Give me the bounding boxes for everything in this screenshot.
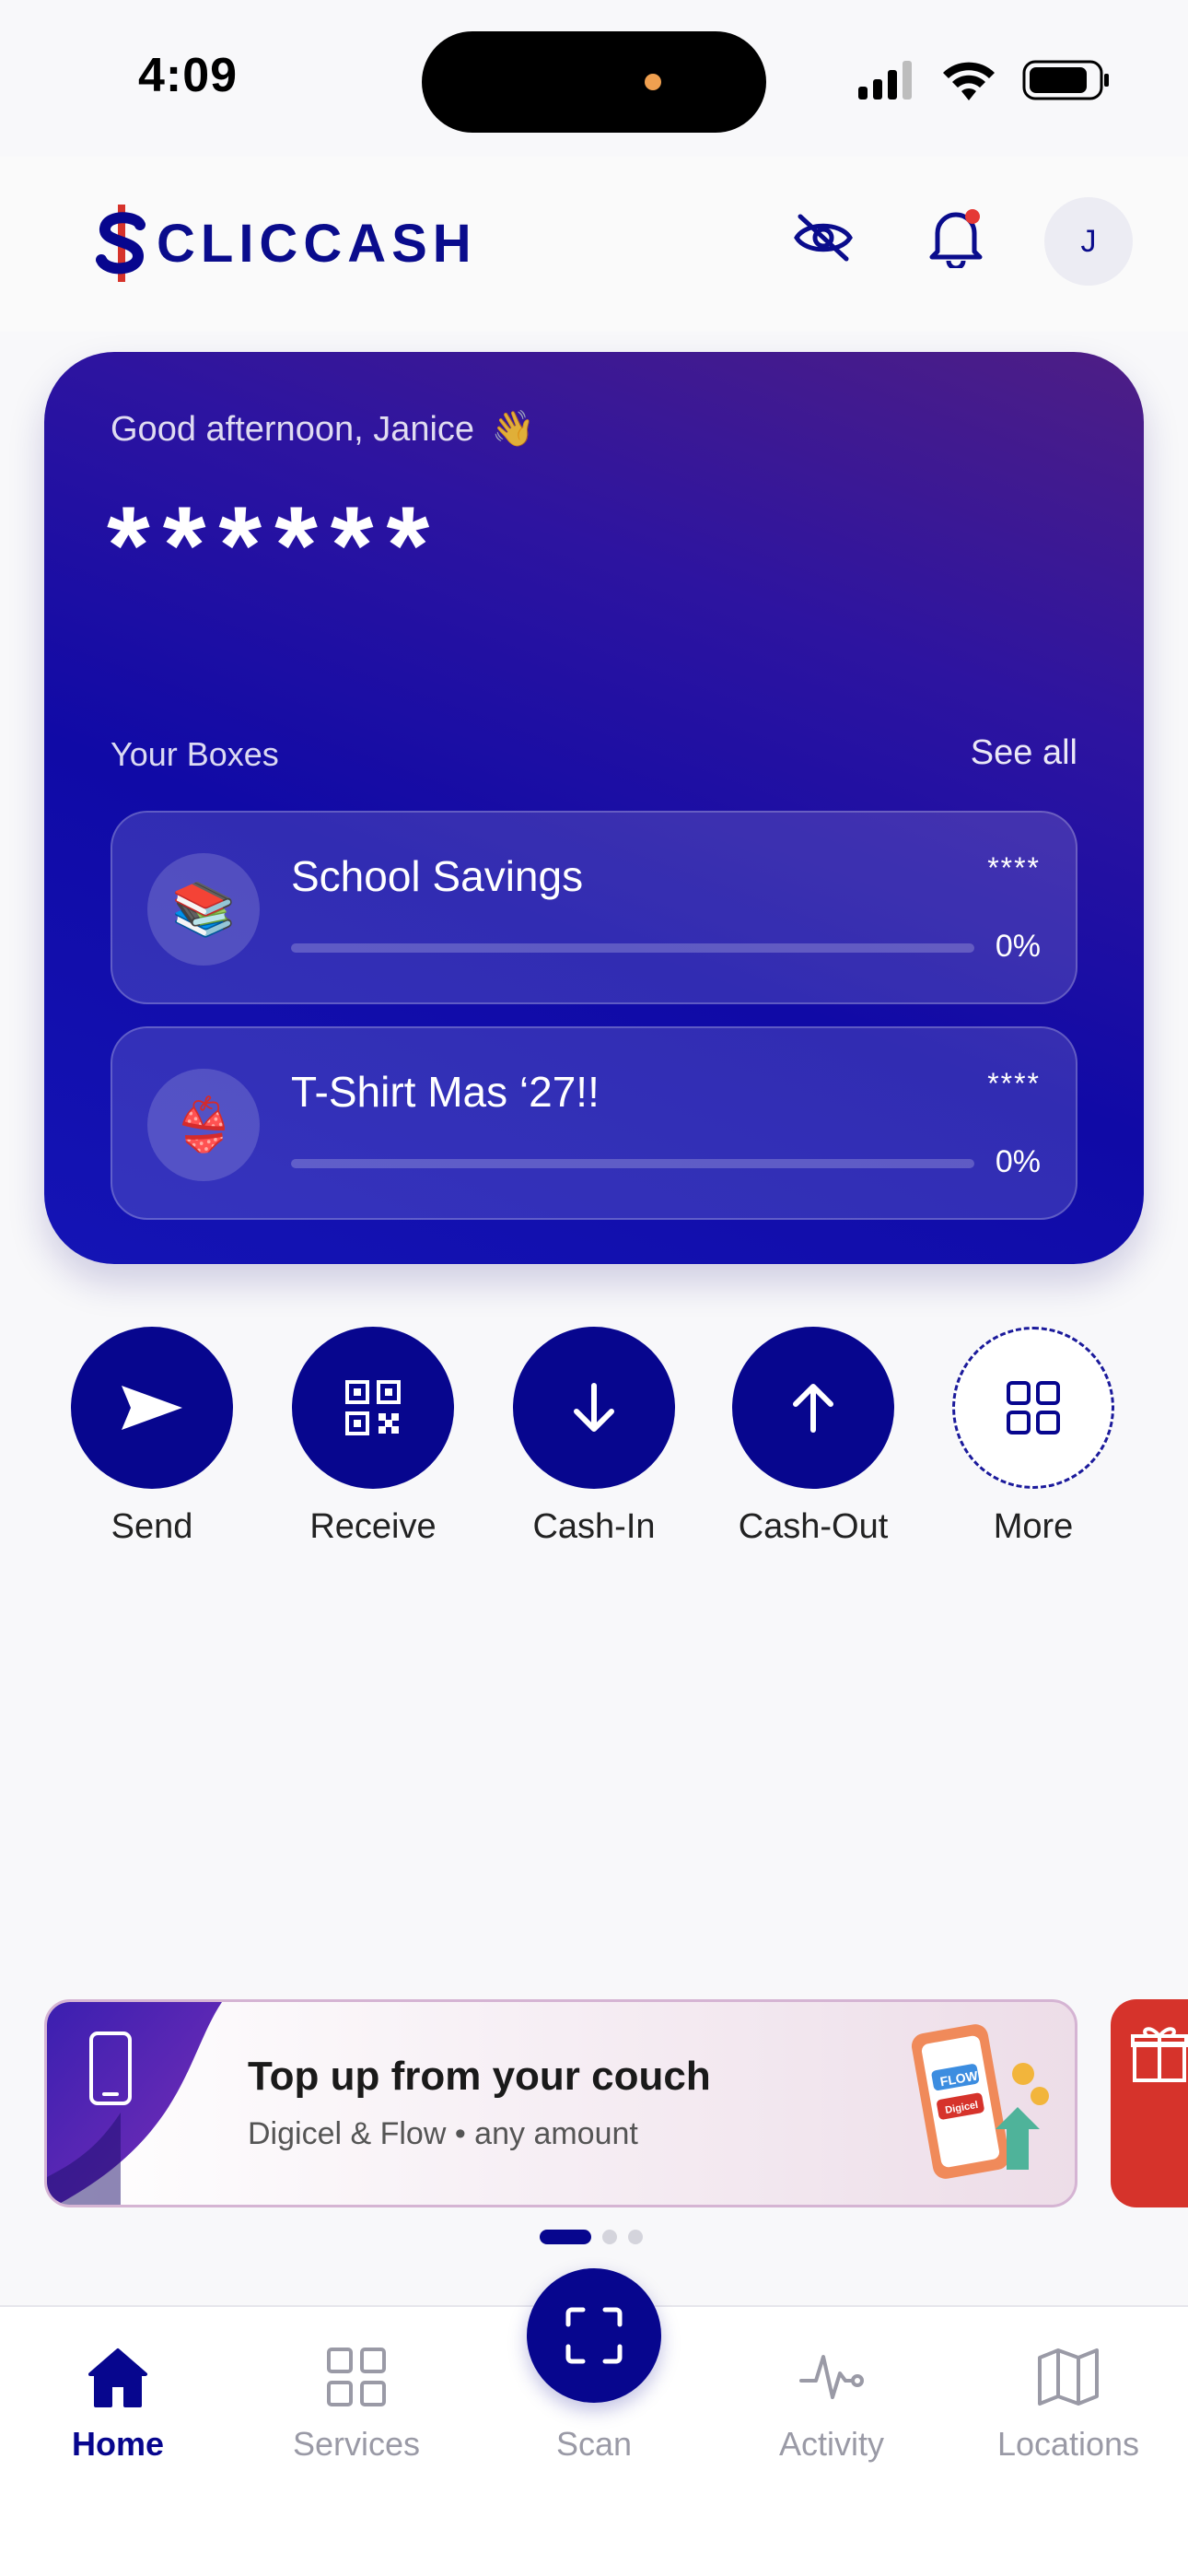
waving-hand-icon: 👋 — [491, 410, 535, 449]
action-label: Receive — [309, 1507, 437, 1546]
notifications-button[interactable] — [912, 193, 1000, 282]
cliccash-logo: CLICCASH — [96, 205, 477, 282]
box-amount: **** — [987, 851, 1041, 884]
logo-text: CLICCASH — [157, 213, 477, 274]
home-icon — [88, 2348, 147, 2407]
receive-circle[interactable] — [292, 1327, 454, 1489]
qr-code-icon — [345, 1380, 401, 1435]
action-label: Cash-Out — [738, 1507, 889, 1546]
arrow-down-icon — [574, 1383, 614, 1432]
cash-in-circle[interactable] — [513, 1327, 675, 1489]
receive-button[interactable]: Receive — [267, 1327, 479, 1547]
carousel-dot-active[interactable] — [540, 2230, 591, 2244]
box-progress-label: 0% — [995, 929, 1041, 964]
phone-icon — [89, 2032, 132, 2105]
gift-icon — [1131, 2027, 1188, 2082]
savings-box-tshirt-mas[interactable]: 👙 T-Shirt Mas ‘27!! **** 0% — [111, 1026, 1077, 1220]
dynamic-island — [422, 31, 766, 133]
balance-amount: ****** — [107, 484, 443, 607]
send-button[interactable]: Send — [46, 1327, 258, 1547]
quick-actions: Send Receive Cash-In Cash-Out More — [0, 1327, 1188, 1566]
carousel-indicator — [540, 2230, 643, 2244]
cellular-signal-icon — [858, 61, 912, 100]
avatar[interactable]: J — [1044, 197, 1133, 286]
action-label: More — [993, 1507, 1074, 1546]
action-label: Send — [111, 1507, 193, 1546]
tab-scan-button[interactable] — [527, 2268, 661, 2403]
more-circle[interactable] — [952, 1327, 1114, 1489]
phone-topup-illustration: FLOW Digicel — [911, 2024, 1049, 2179]
box-name: School Savings — [291, 852, 584, 900]
map-icon — [1038, 2348, 1099, 2406]
arrow-up-icon — [793, 1384, 833, 1433]
eye-off-icon — [794, 214, 853, 262]
promo-banner-next[interactable] — [1111, 1999, 1188, 2207]
grid-icon — [1007, 1381, 1060, 1434]
bell-icon — [929, 209, 983, 268]
box-progress-track — [291, 943, 974, 953]
carousel-dot[interactable] — [602, 2230, 617, 2244]
tab-activity[interactable]: Activity — [730, 2340, 933, 2464]
cash-out-circle[interactable] — [732, 1327, 894, 1489]
tab-scan-label[interactable]: Scan — [497, 2425, 691, 2464]
hide-balance-button[interactable] — [779, 193, 868, 282]
greeting: Good afternoon, Janice 👋 — [111, 409, 535, 450]
promo-banner-topup[interactable]: Top up from your couch Digicel & Flow • … — [44, 1999, 1077, 2207]
tab-services[interactable]: Services — [255, 2340, 458, 2464]
status-bar: 4:09 — [0, 0, 1188, 157]
send-circle[interactable] — [71, 1327, 233, 1489]
more-button[interactable]: More — [927, 1327, 1139, 1547]
tab-label: Locations — [996, 2425, 1140, 2463]
cash-out-button[interactable]: Cash-Out — [707, 1327, 919, 1547]
wifi-icon — [943, 62, 995, 100]
promo-wedge — [47, 2002, 222, 2205]
books-icon: 📚 — [147, 853, 260, 966]
dollar-logo-icon — [96, 205, 146, 282]
activity-icon — [799, 2355, 864, 2399]
send-icon — [122, 1386, 182, 1430]
tab-label: Home — [71, 2425, 165, 2463]
tab-locations[interactable]: Locations — [967, 2340, 1170, 2464]
camera-indicator — [645, 74, 661, 90]
battery-icon — [1022, 60, 1109, 100]
status-icons — [858, 57, 1111, 103]
tab-label: Activity — [778, 2425, 884, 2463]
greeting-text: Good afternoon, Janice — [111, 410, 475, 449]
balance-card: Good afternoon, Janice 👋 ****** Your Box… — [44, 352, 1144, 1264]
tab-label: Services — [292, 2425, 421, 2463]
box-progress-track — [291, 1159, 974, 1168]
cash-in-button[interactable]: Cash-In — [488, 1327, 700, 1547]
box-progress-label: 0% — [995, 1144, 1041, 1179]
box-name: T-Shirt Mas ‘27!! — [291, 1068, 600, 1116]
promo-subtitle: Digicel & Flow • any amount — [248, 2116, 638, 2151]
bikini-icon: 👙 — [147, 1069, 260, 1181]
status-time: 4:09 — [138, 49, 239, 102]
box-amount: **** — [987, 1067, 1041, 1100]
promo-title: Top up from your couch — [248, 2054, 711, 2099]
tab-home[interactable]: Home — [17, 2340, 219, 2464]
action-label: Cash-In — [532, 1507, 656, 1546]
boxes-label: Your Boxes — [111, 735, 279, 773]
scan-icon — [565, 2307, 623, 2364]
savings-box-school[interactable]: 📚 School Savings **** 0% — [111, 811, 1077, 1004]
carousel-dot[interactable] — [628, 2230, 643, 2244]
app-screen: 4:09 CLICCASH J Good afternoon, Janice 👋… — [0, 0, 1188, 2576]
see-all-link[interactable]: See all — [971, 733, 1077, 773]
services-grid-icon — [327, 2348, 386, 2406]
